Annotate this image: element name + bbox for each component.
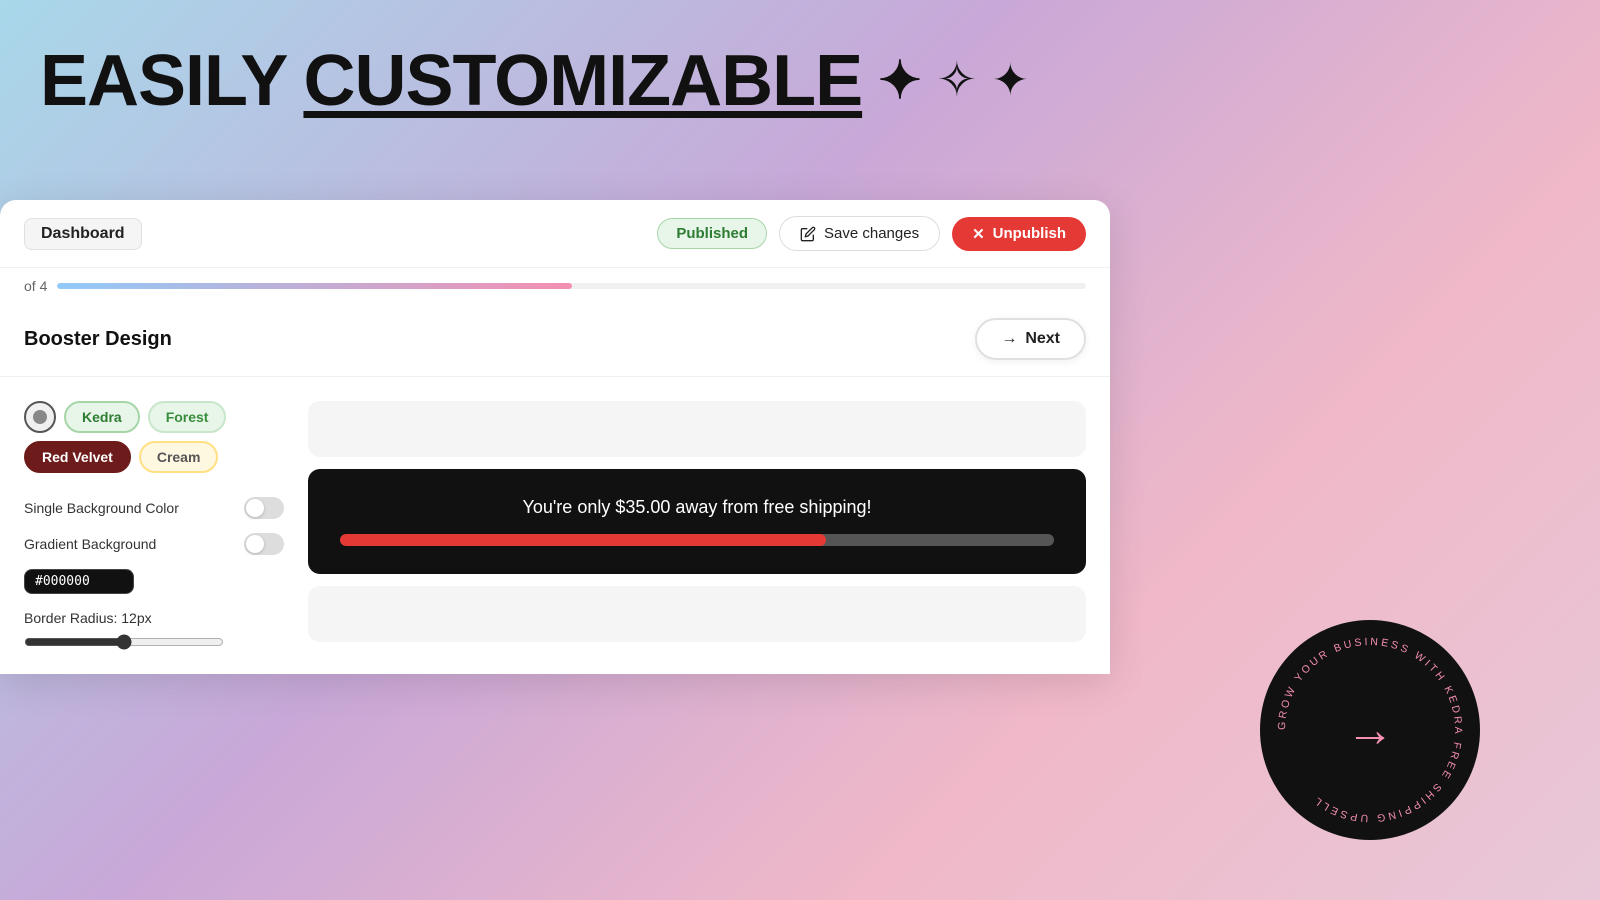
theme-chip-cream[interactable]: Cream — [139, 441, 219, 473]
theme-red-velvet-label: Red Velvet — [42, 449, 113, 465]
star-icon-2: ✧ — [937, 57, 976, 105]
unpublish-x-icon: ✕ — [972, 225, 985, 243]
booster-section: Booster Design → Next — [0, 294, 1110, 377]
theme-chip-red-velvet[interactable]: Red Velvet — [24, 441, 131, 473]
star-icon-1: ✦ — [878, 55, 921, 107]
shipping-progress-bar — [340, 534, 1054, 546]
star-icon-3: ✦ — [992, 59, 1028, 103]
unpublish-button[interactable]: ✕ Unpublish — [952, 217, 1086, 251]
preview-top-placeholder — [308, 401, 1086, 457]
single-bg-setting: Single Background Color — [24, 497, 284, 519]
shipping-progress-fill — [340, 534, 826, 546]
color-input-wrap — [24, 569, 284, 594]
top-bar-actions: Published Save changes ✕ Unpublish — [657, 216, 1086, 251]
step-text: of 4 — [24, 278, 47, 294]
save-changes-button[interactable]: Save changes — [779, 216, 940, 251]
circular-badge[interactable]: → GROW YOUR BUSINESS WITH KEDRA FREE SHI… — [1260, 620, 1480, 840]
hero-title: EASILY CUSTOMIZABLE ✦ ✧ ✦ — [40, 40, 1028, 122]
save-icon — [800, 226, 816, 242]
step-bar: of 4 — [0, 268, 1110, 294]
published-badge: Published — [657, 218, 767, 249]
single-bg-toggle[interactable] — [244, 497, 284, 519]
shipping-banner: You're only $35.00 away from free shippi… — [308, 469, 1086, 574]
color-input[interactable] — [24, 569, 134, 594]
svg-text:GROW YOUR BUSINESS WITH KEDRA: GROW YOUR BUSINESS WITH KEDRA FREE SHIPP… — [1276, 636, 1464, 824]
theme-chip-default[interactable] — [24, 401, 56, 433]
hero-title-part2: CUSTOMIZABLE — [303, 40, 862, 122]
border-radius-label: Border Radius: 12px — [24, 610, 284, 626]
preview-bottom-placeholder — [308, 586, 1086, 642]
main-panel: Dashboard Published Save changes ✕ Unpub… — [0, 200, 1110, 674]
single-bg-label: Single Background Color — [24, 500, 179, 516]
slider-wrap — [24, 634, 284, 650]
preview-area: You're only $35.00 away from free shippi… — [308, 401, 1086, 650]
progress-bar-fill — [57, 283, 571, 289]
theme-default-dot — [33, 410, 47, 424]
gradient-bg-toggle[interactable] — [244, 533, 284, 555]
top-bar: Dashboard Published Save changes ✕ Unpub… — [0, 200, 1110, 268]
progress-bar — [57, 283, 1086, 289]
theme-chip-forest[interactable]: Forest — [148, 401, 227, 433]
dashboard-label: Dashboard — [24, 218, 142, 250]
theme-forest-label: Forest — [166, 409, 209, 425]
theme-kedra-label: Kedra — [82, 409, 122, 425]
arrow-right-icon: → — [1001, 330, 1017, 348]
hero-title-part1: EASILY — [40, 40, 287, 122]
theme-cream-label: Cream — [157, 449, 201, 465]
circular-badge-text: GROW YOUR BUSINESS WITH KEDRA FREE SHIPP… — [1260, 620, 1480, 840]
gradient-bg-setting: Gradient Background — [24, 533, 284, 555]
border-radius-slider[interactable] — [24, 634, 224, 650]
theme-chip-kedra[interactable]: Kedra — [64, 401, 140, 433]
circular-badge-inner: → GROW YOUR BUSINESS WITH KEDRA FREE SHI… — [1260, 620, 1480, 840]
booster-title: Booster Design — [24, 328, 172, 351]
shipping-text: You're only $35.00 away from free shippi… — [340, 497, 1054, 518]
next-button[interactable]: → Next — [975, 318, 1086, 360]
gradient-bg-label: Gradient Background — [24, 536, 156, 552]
content-area: Kedra Forest Red Velvet Cream Single Bac… — [0, 377, 1110, 674]
theme-chips: Kedra Forest Red Velvet Cream — [24, 401, 284, 473]
theme-sidebar: Kedra Forest Red Velvet Cream Single Bac… — [24, 401, 284, 650]
